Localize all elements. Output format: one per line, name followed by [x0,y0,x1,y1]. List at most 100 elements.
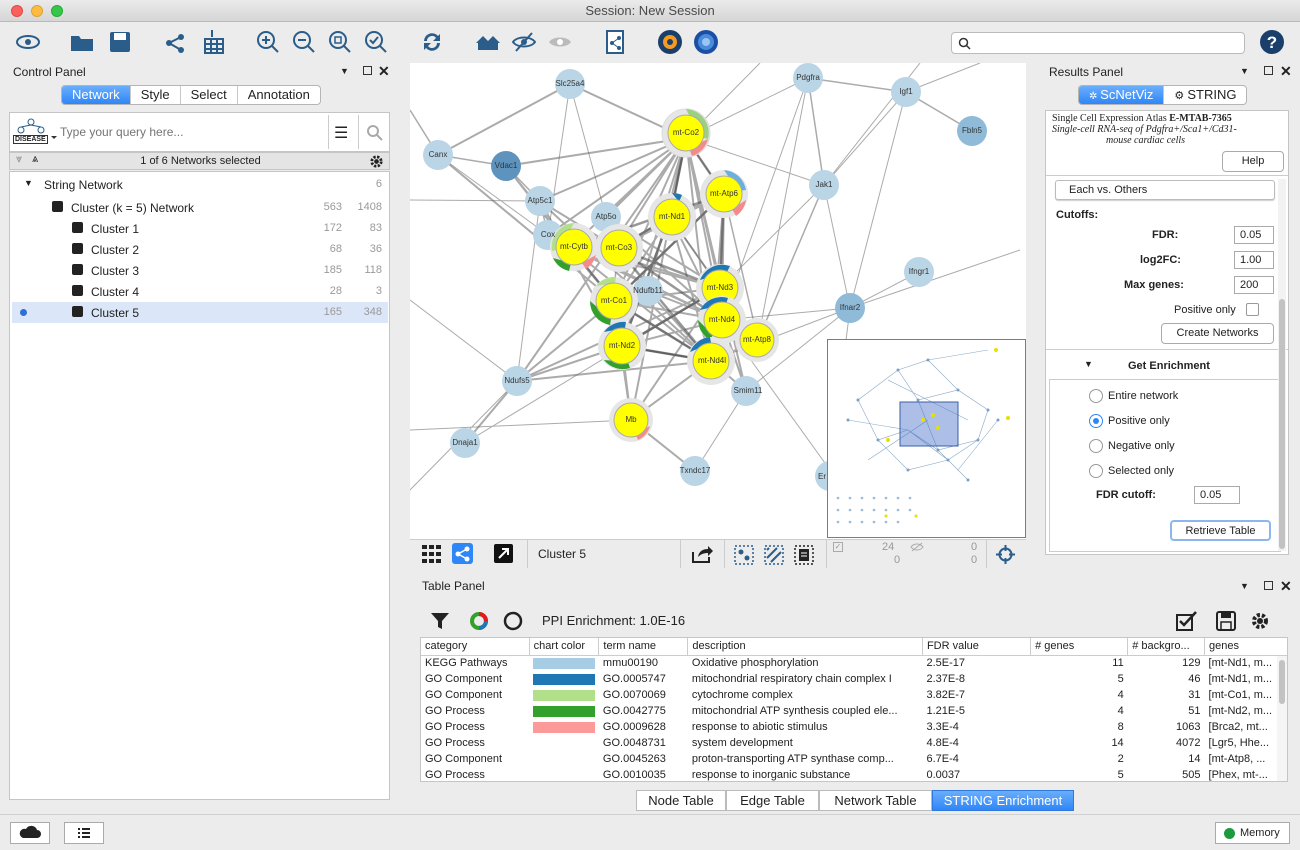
close-panel-icon[interactable]: ✕ [378,63,390,80]
fdr-cutoff-input[interactable]: 0.05 [1194,486,1240,504]
panel-menu-icon[interactable]: ▼ [340,66,349,76]
log2fc-input[interactable]: 1.00 [1234,251,1274,269]
select-edges-icon[interactable] [764,545,784,565]
tab-network-table[interactable]: Network Table [819,790,932,811]
zoom-selected-icon[interactable] [362,28,390,56]
zoom-in-icon[interactable] [254,28,282,56]
crosshair-icon[interactable] [995,544,1016,565]
table-settings-gear-icon[interactable] [1250,611,1270,631]
tree-row-string-network[interactable]: ▼ String Network 6 [12,174,388,195]
collapse-arrow-icon[interactable]: ▼ [24,178,33,188]
retrieve-table-button[interactable]: Retrieve Table [1170,520,1271,541]
tree-row-cluster-1[interactable]: Cluster 1 172 83 [12,218,388,239]
show-icon[interactable] [546,28,574,56]
network-query-input[interactable] [60,121,330,143]
tab-string[interactable]: ⚙ STRING [1164,86,1246,104]
table-row[interactable]: KEGG Pathways mmu00190 Oxidative phosphory… [421,655,1287,671]
column-header[interactable]: term name [598,638,689,656]
table-row[interactable]: GO Process GO.0048731 system development 4.… [421,735,1287,751]
results-scrollbar[interactable] [1278,179,1286,551]
tab-select[interactable]: Select [181,86,238,104]
tree-row-cluster-4[interactable]: Cluster 4 28 3 [12,281,388,302]
cloud-button[interactable] [10,822,50,844]
close-panel-icon[interactable]: ✕ [1280,578,1292,595]
table-row[interactable]: GO Component GO.0045263 proton-transportin… [421,751,1287,767]
table-row[interactable]: GO Process GO.0009628 response to abiotic … [421,719,1287,735]
network-share-icon[interactable] [602,28,630,56]
tab-network[interactable]: Network [62,86,131,104]
detach-view-icon[interactable] [494,544,513,563]
gear-icon[interactable] [369,154,384,169]
column-header[interactable]: description [687,638,923,656]
tab-string-enrichment[interactable]: STRING Enrichment [932,790,1074,811]
float-panel-icon[interactable] [1264,581,1273,590]
cytoscape-logo-icon[interactable] [14,28,42,56]
table-row[interactable]: GO Component GO.0070069 cytochrome complex… [421,687,1287,703]
column-header[interactable]: chart color [529,638,600,656]
network-overview[interactable] [827,339,1026,538]
panel-menu-icon[interactable]: ▼ [1240,66,1249,76]
options-menu-icon[interactable]: ☰ [334,123,348,143]
max-genes-input[interactable]: 200 [1234,276,1274,294]
export-table-icon[interactable] [1216,611,1236,631]
filter-icon[interactable] [430,612,450,630]
column-header[interactable]: # backgro... [1127,638,1206,656]
panel-menu-icon[interactable]: ▼ [1240,581,1249,591]
string-app-icon[interactable] [656,28,684,56]
close-panel-icon[interactable]: ✕ [1280,63,1292,80]
zoom-fit-icon[interactable] [326,28,354,56]
home-icon[interactable] [474,28,502,56]
tab-scnetviz[interactable]: ✲ ScNetViz [1079,86,1165,104]
select-nodes-icon[interactable] [734,545,754,565]
select-all-check-icon[interactable] [1176,611,1198,631]
save-icon[interactable] [106,28,134,56]
positive-only-checkbox[interactable] [1246,303,1259,316]
import-network-icon[interactable] [162,28,190,56]
column-header[interactable]: # genes [1030,638,1129,656]
task-list-button[interactable] [64,822,104,844]
column-header[interactable]: FDR value [922,638,1032,656]
radio-positive-only[interactable] [1089,414,1103,428]
query-search-icon[interactable] [366,124,383,141]
tree-row-cluster-2[interactable]: Cluster 2 68 36 [12,239,388,260]
clear-charts-icon[interactable] [503,611,523,631]
grid-view-icon[interactable] [422,545,442,563]
table-row[interactable]: GO Component GO.0005747 mitochondrial resp… [421,671,1287,687]
radio-selected-only[interactable] [1089,464,1103,478]
hide-icon[interactable] [510,28,538,56]
comparison-dropdown[interactable]: Each vs. Others [1055,180,1275,200]
tab-style[interactable]: Style [131,86,181,104]
float-panel-icon[interactable] [1264,66,1273,75]
help-button[interactable]: Help [1222,151,1284,172]
help-icon[interactable]: ? [1258,28,1286,56]
enrichment-table[interactable]: category chart color term name descripti… [420,637,1288,782]
tree-row-cluster-5[interactable]: Cluster 5 165 348 [12,302,388,323]
table-row[interactable]: GO Process GO.0042775 mitochondrial ATP sy… [421,703,1287,719]
table-row[interactable]: GO Process GO.0010035 response to inorgani… [421,767,1287,781]
tree-row-cluster-3[interactable]: Cluster 3 185 118 [12,260,388,281]
memory-button[interactable]: Memory [1215,822,1290,844]
table-scrollbar[interactable] [1277,656,1287,781]
network-view-icon[interactable] [452,543,473,564]
zoom-out-icon[interactable] [290,28,318,56]
column-header[interactable]: category [421,638,530,656]
scnetviz-app-icon[interactable] [692,28,720,56]
chart-colors-icon[interactable] [469,611,489,631]
radio-entire-network[interactable] [1089,389,1103,403]
tab-edge-table[interactable]: Edge Table [726,790,819,811]
tree-row-cluster-network[interactable]: Cluster (k = 5) Network 563 1408 [12,197,388,218]
radio-negative-only[interactable] [1089,439,1103,453]
create-networks-button[interactable]: Create Networks [1161,323,1274,344]
toolbar-search-input[interactable] [951,32,1245,54]
disease-query-icon[interactable]: DISEASE [13,116,57,148]
tab-annotation[interactable]: Annotation [238,86,320,104]
enrichment-collapse-arrow-icon[interactable]: ▼ [1084,359,1093,369]
import-table-icon[interactable] [198,28,226,56]
export-image-icon[interactable] [691,544,713,564]
column-header[interactable]: genes [1204,638,1287,656]
refresh-icon[interactable] [418,28,446,56]
fdr-input[interactable]: 0.05 [1234,226,1274,244]
tab-node-table[interactable]: Node Table [636,790,726,811]
select-annotations-icon[interactable] [794,545,814,565]
open-folder-icon[interactable] [68,28,96,56]
